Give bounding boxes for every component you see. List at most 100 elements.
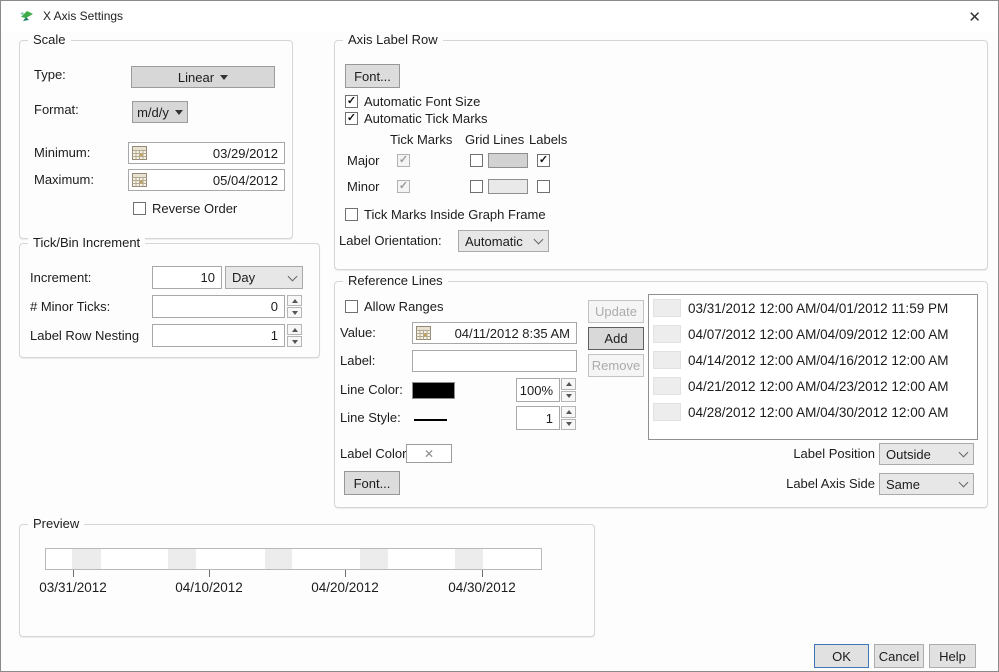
minor-ticks-input[interactable]: 0 [152,295,285,318]
calendar-icon[interactable] [132,173,147,188]
ref-font-button[interactable]: Font... [344,471,400,495]
calendar-icon[interactable] [416,326,431,341]
label-axis-side-label: Label Axis Side [775,476,875,491]
type-dropdown[interactable]: Linear [131,66,275,88]
reverse-order-checkbox[interactable] [133,202,146,215]
preview-tick-mark [482,570,483,577]
minor-grid-lines-checkbox[interactable] [470,180,483,193]
increment-unit-dropdown[interactable]: Day [225,266,303,289]
increment-unit-value: Day [232,270,289,285]
minor-grid-color-swatch[interactable] [488,179,528,194]
title-bar: X Axis Settings ✕ [1,1,998,31]
cancel-button[interactable]: Cancel [874,644,924,668]
reference-line-item[interactable]: 03/31/2012 12:00 AM/04/01/2012 11:59 PM [649,295,977,321]
opacity-input[interactable]: 100% [516,378,560,402]
label-color-swatch[interactable]: ✕ [406,444,452,463]
opacity-value: 100% [517,383,559,398]
label-color-label: Label Color [340,446,407,461]
preview-band [265,549,292,569]
dropdown-arrow-icon [175,110,183,115]
preview-band [168,549,196,569]
nesting-input[interactable]: 1 [152,324,285,347]
label-position-dropdown[interactable]: Outside [879,443,974,465]
preview-tick-mark [209,570,210,577]
spinner-down-icon[interactable] [287,336,302,347]
update-button[interactable]: Update [588,300,644,323]
nesting-stepper[interactable] [287,324,302,347]
auto-tick-marks-checkbox[interactable] [345,112,358,125]
axis-label-row-legend: Axis Label Row [343,32,443,47]
label-position-value: Outside [886,447,960,462]
label-axis-side-dropdown[interactable]: Same [879,473,974,495]
line-width-stepper[interactable] [561,406,576,430]
close-icon[interactable]: ✕ [964,6,985,28]
axis-font-button[interactable]: Font... [345,64,400,88]
spinner-up-icon[interactable] [287,324,302,335]
spinner-down-icon[interactable] [287,307,302,318]
reference-line-item[interactable]: 04/21/2012 12:00 AM/04/23/2012 12:00 AM [649,373,977,399]
app-icon [19,8,35,24]
increment-input[interactable]: 10 [152,266,222,289]
x-axis-settings-dialog: X Axis Settings ✕ Scale Type: Linear For… [0,0,999,672]
label-position-label: Label Position [783,446,875,461]
major-tick-marks-checkbox [397,154,410,167]
add-button[interactable]: Add [588,327,644,350]
auto-font-size-checkbox[interactable] [345,95,358,108]
reference-line-item[interactable]: 04/14/2012 12:00 AM/04/16/2012 12:00 AM [649,347,977,373]
remove-button[interactable]: Remove [588,354,644,377]
opacity-stepper[interactable] [561,378,576,402]
format-dropdown[interactable]: m/d/y [132,101,188,123]
label-orientation-dropdown[interactable]: Automatic [458,230,549,252]
reverse-order-label: Reverse Order [152,201,237,216]
ok-button[interactable]: OK [814,644,869,668]
minor-ticks-stepper[interactable] [287,295,302,318]
reference-line-item[interactable]: 04/07/2012 12:00 AM/04/09/2012 12:00 AM [649,321,977,347]
scale-group: Scale Type: Linear Format: m/d/y Minimum… [19,40,293,239]
reference-lines-group: Reference Lines Allow Ranges Value: 04/1… [334,281,988,508]
window-title: X Axis Settings [43,9,123,23]
allow-ranges-checkbox[interactable] [345,300,358,313]
major-grid-lines-checkbox[interactable] [470,154,483,167]
spinner-up-icon[interactable] [561,406,576,418]
major-labels-checkbox[interactable] [537,154,550,167]
major-row-label: Major [347,153,380,168]
line-style-sample[interactable] [414,419,447,421]
preview-tick-mark [73,570,74,577]
help-button[interactable]: Help [929,644,976,668]
preview-tick-label: 03/31/2012 [39,580,107,595]
spinner-up-icon[interactable] [287,295,302,306]
minimum-input[interactable]: 03/29/2012 [128,142,285,164]
spinner-up-icon[interactable] [561,378,576,390]
increment-value: 10 [153,270,221,285]
dropdown-arrow-icon [220,75,228,80]
auto-font-size-label: Automatic Font Size [364,94,480,109]
reference-lines-list[interactable]: 03/31/2012 12:00 AM/04/01/2012 11:59 PM … [648,294,978,440]
label-orientation-label: Label Orientation: [339,233,442,248]
ref-label-input[interactable] [412,350,577,372]
line-color-swatch[interactable] [412,382,455,399]
tick-marks-inside-checkbox[interactable] [345,208,358,221]
line-width-input[interactable]: 1 [516,406,560,430]
nesting-label: Label Row Nesting [30,328,139,343]
chevron-down-icon [534,235,544,245]
spinner-down-icon[interactable] [561,391,576,403]
value-input[interactable]: 04/11/2012 8:35 AM [412,322,577,344]
value-value: 04/11/2012 8:35 AM [431,326,576,341]
calendar-icon[interactable] [132,146,147,161]
preview-tick-label: 04/20/2012 [311,580,379,595]
type-dropdown-value: Linear [178,70,214,85]
ref-label-label: Label: [340,353,375,368]
reference-line-color-chip [653,325,681,343]
tick-bin-legend: Tick/Bin Increment [28,235,145,250]
line-color-label: Line Color: [340,382,403,397]
minor-labels-checkbox[interactable] [537,180,550,193]
reference-line-item[interactable]: 04/28/2012 12:00 AM/04/30/2012 12:00 AM [649,399,977,425]
minimum-value: 03/29/2012 [147,146,284,161]
format-dropdown-value: m/d/y [137,105,169,120]
spinner-down-icon[interactable] [561,419,576,431]
allow-ranges-label: Allow Ranges [364,299,444,314]
major-grid-color-swatch[interactable] [488,153,528,168]
chevron-down-icon [959,478,969,488]
maximum-input[interactable]: 05/04/2012 [128,169,285,191]
preview-band [455,549,483,569]
